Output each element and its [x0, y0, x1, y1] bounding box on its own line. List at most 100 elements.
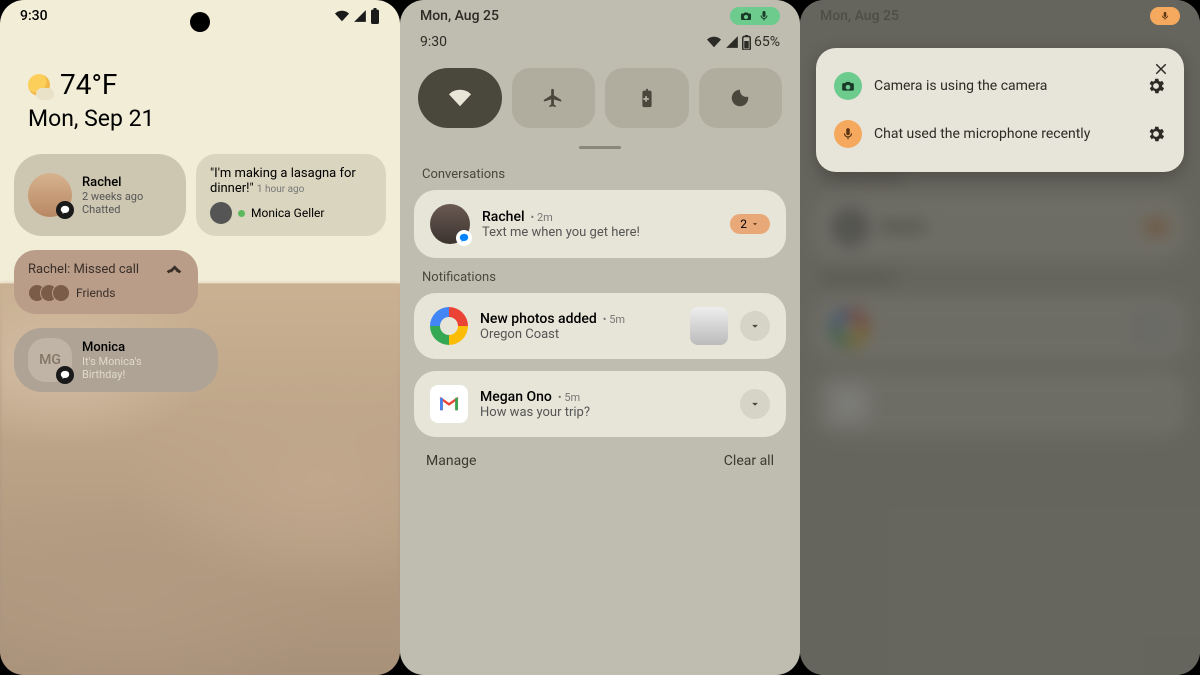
privacy-indicator-pill[interactable]: [730, 7, 780, 25]
status-bar: Mon, Aug 25: [800, 0, 1200, 32]
privacy-mic-text: Chat used the microphone recently: [874, 126, 1134, 142]
contact-sub1: It's Monica's: [82, 355, 142, 368]
shade-date: Mon, Aug 25: [420, 8, 499, 24]
privacy-card: Camera is using the camera Chat used the…: [816, 48, 1184, 172]
camera-icon: [841, 79, 855, 93]
bubble-time: 1 hour ago: [257, 184, 304, 195]
avatar-initials: MG: [39, 352, 61, 368]
google-photos-icon: [430, 307, 468, 345]
signal-icon: [353, 9, 367, 23]
battery-icon: [370, 8, 380, 24]
photo-thumbnail: [690, 307, 728, 345]
presence-dot-icon: [238, 210, 245, 217]
photos-notification[interactable]: New photos added • 5m Oregon Coast: [414, 293, 786, 359]
missed-call-widget[interactable]: Rachel: Missed call Friends: [14, 250, 198, 314]
settings-button[interactable]: [1146, 76, 1166, 96]
friends-label: Friends: [76, 286, 115, 300]
clear-all-button[interactable]: Clear all: [724, 453, 774, 469]
shade-actions: Manage Clear all: [400, 449, 800, 473]
messenger-badge-icon: [456, 230, 472, 246]
gear-icon: [1146, 124, 1166, 144]
battery-percent: 65%: [754, 34, 780, 50]
status-time: 9:30: [20, 8, 48, 24]
conversation-widget-rachel[interactable]: Rachel 2 weeks ago Chatted: [14, 154, 186, 236]
notification-count-pill[interactable]: 2: [730, 214, 770, 234]
widget-info: Monica It's Monica's Birthday!: [82, 340, 142, 381]
missed-call-title: Rachel: Missed call: [28, 262, 139, 277]
status-bar: Mon, Aug 25: [400, 0, 800, 32]
status-time: 9:30: [420, 34, 447, 50]
privacy-row-camera[interactable]: Camera is using the camera: [832, 62, 1168, 110]
contact-name: Rachel: [82, 175, 143, 190]
privacy-camera-text: Camera is using the camera: [874, 78, 1134, 94]
missed-call-icon: [164, 262, 184, 278]
conversation-notification[interactable]: Rachel • 2m Text me when you get here! 2: [414, 190, 786, 258]
qs-battery-saver[interactable]: [605, 68, 689, 128]
gmail-notification[interactable]: Megan Ono • 5m How was your trip?: [414, 371, 786, 437]
messenger-badge-icon: [56, 366, 74, 384]
count: 2: [740, 217, 747, 231]
wifi-icon: [334, 9, 350, 23]
chevron-down-icon: [750, 219, 760, 229]
qs-wifi[interactable]: [418, 68, 502, 128]
microphone-icon: [758, 10, 770, 22]
status-bar-2: 9:30 65%: [400, 32, 800, 52]
notif-body: Text me when you get here!: [482, 225, 718, 240]
home-date[interactable]: Mon, Sep 21: [28, 105, 372, 132]
camera-indicator-icon: [834, 72, 862, 100]
status-bar: 9:30: [0, 0, 400, 32]
close-icon: [1152, 60, 1170, 78]
notif-body: How was your trip?: [480, 405, 728, 420]
contact-sub1: 2 weeks ago: [82, 190, 143, 203]
microphone-icon: [1160, 11, 1170, 21]
contact-name: Monica: [82, 340, 142, 355]
notification-shade: Mon, Aug 25 9:30 65% Conversations: [400, 0, 800, 675]
status-icons: [334, 8, 380, 24]
weather-widget[interactable]: 74°F: [28, 68, 372, 101]
privacy-indicator-pill[interactable]: [1150, 7, 1180, 25]
bubble-from: Monica Geller: [251, 206, 324, 220]
expand-button[interactable]: [740, 311, 770, 341]
avatar-monica-mini: [210, 202, 232, 224]
mic-indicator-icon: [834, 120, 862, 148]
home-screen: 9:30 74°F Mon, Sep 21 Rachel 2 weeks ago: [0, 0, 400, 675]
birthday-widget-monica[interactable]: MG Monica It's Monica's Birthday!: [14, 328, 218, 392]
battery-icon: [742, 35, 751, 50]
settings-button[interactable]: [1146, 124, 1166, 144]
gmail-icon: [430, 385, 468, 423]
wifi-icon: [706, 35, 722, 49]
close-button[interactable]: [1152, 60, 1170, 78]
privacy-row-mic[interactable]: Chat used the microphone recently: [832, 110, 1168, 158]
section-notifications: Notifications: [400, 270, 800, 293]
manage-button[interactable]: Manage: [426, 453, 476, 469]
avatar-monica: MG: [28, 338, 72, 382]
widget-info: Rachel 2 weeks ago Chatted: [82, 175, 143, 216]
airplane-icon: [542, 87, 564, 109]
qs-dnd[interactable]: [699, 68, 783, 128]
temperature: 74°F: [60, 68, 117, 101]
quick-settings-row: [400, 52, 800, 136]
contact-sub2: Birthday!: [82, 368, 142, 381]
expand-button[interactable]: [740, 389, 770, 419]
moon-icon: [729, 87, 751, 109]
notif-body: Oregon Coast: [480, 327, 678, 342]
avatar-stack: [28, 284, 70, 302]
notif-name: Rachel: [482, 209, 525, 225]
contact-sub2: Chatted: [82, 203, 143, 216]
weather-sun-icon: [28, 74, 50, 96]
battery-saver-icon: [636, 87, 658, 109]
gear-icon: [1146, 76, 1166, 96]
qs-airplane[interactable]: [512, 68, 596, 128]
notif-title: New photos added: [480, 311, 597, 327]
widget-grid: Rachel 2 weeks ago Chatted "I'm making a…: [0, 154, 400, 392]
wifi-icon: [449, 87, 471, 109]
section-conversations: Conversations: [400, 167, 800, 190]
notif-time: 5m: [564, 391, 580, 404]
microphone-icon: [841, 127, 855, 141]
chevron-down-icon: [748, 397, 762, 411]
message-bubble-widget[interactable]: "I'm making a lasagna for dinner!" 1 hou…: [196, 154, 386, 236]
avatar-rachel: [28, 173, 72, 217]
drag-handle[interactable]: [579, 146, 621, 149]
messenger-badge-icon: [56, 201, 74, 219]
chevron-down-icon: [748, 319, 762, 333]
